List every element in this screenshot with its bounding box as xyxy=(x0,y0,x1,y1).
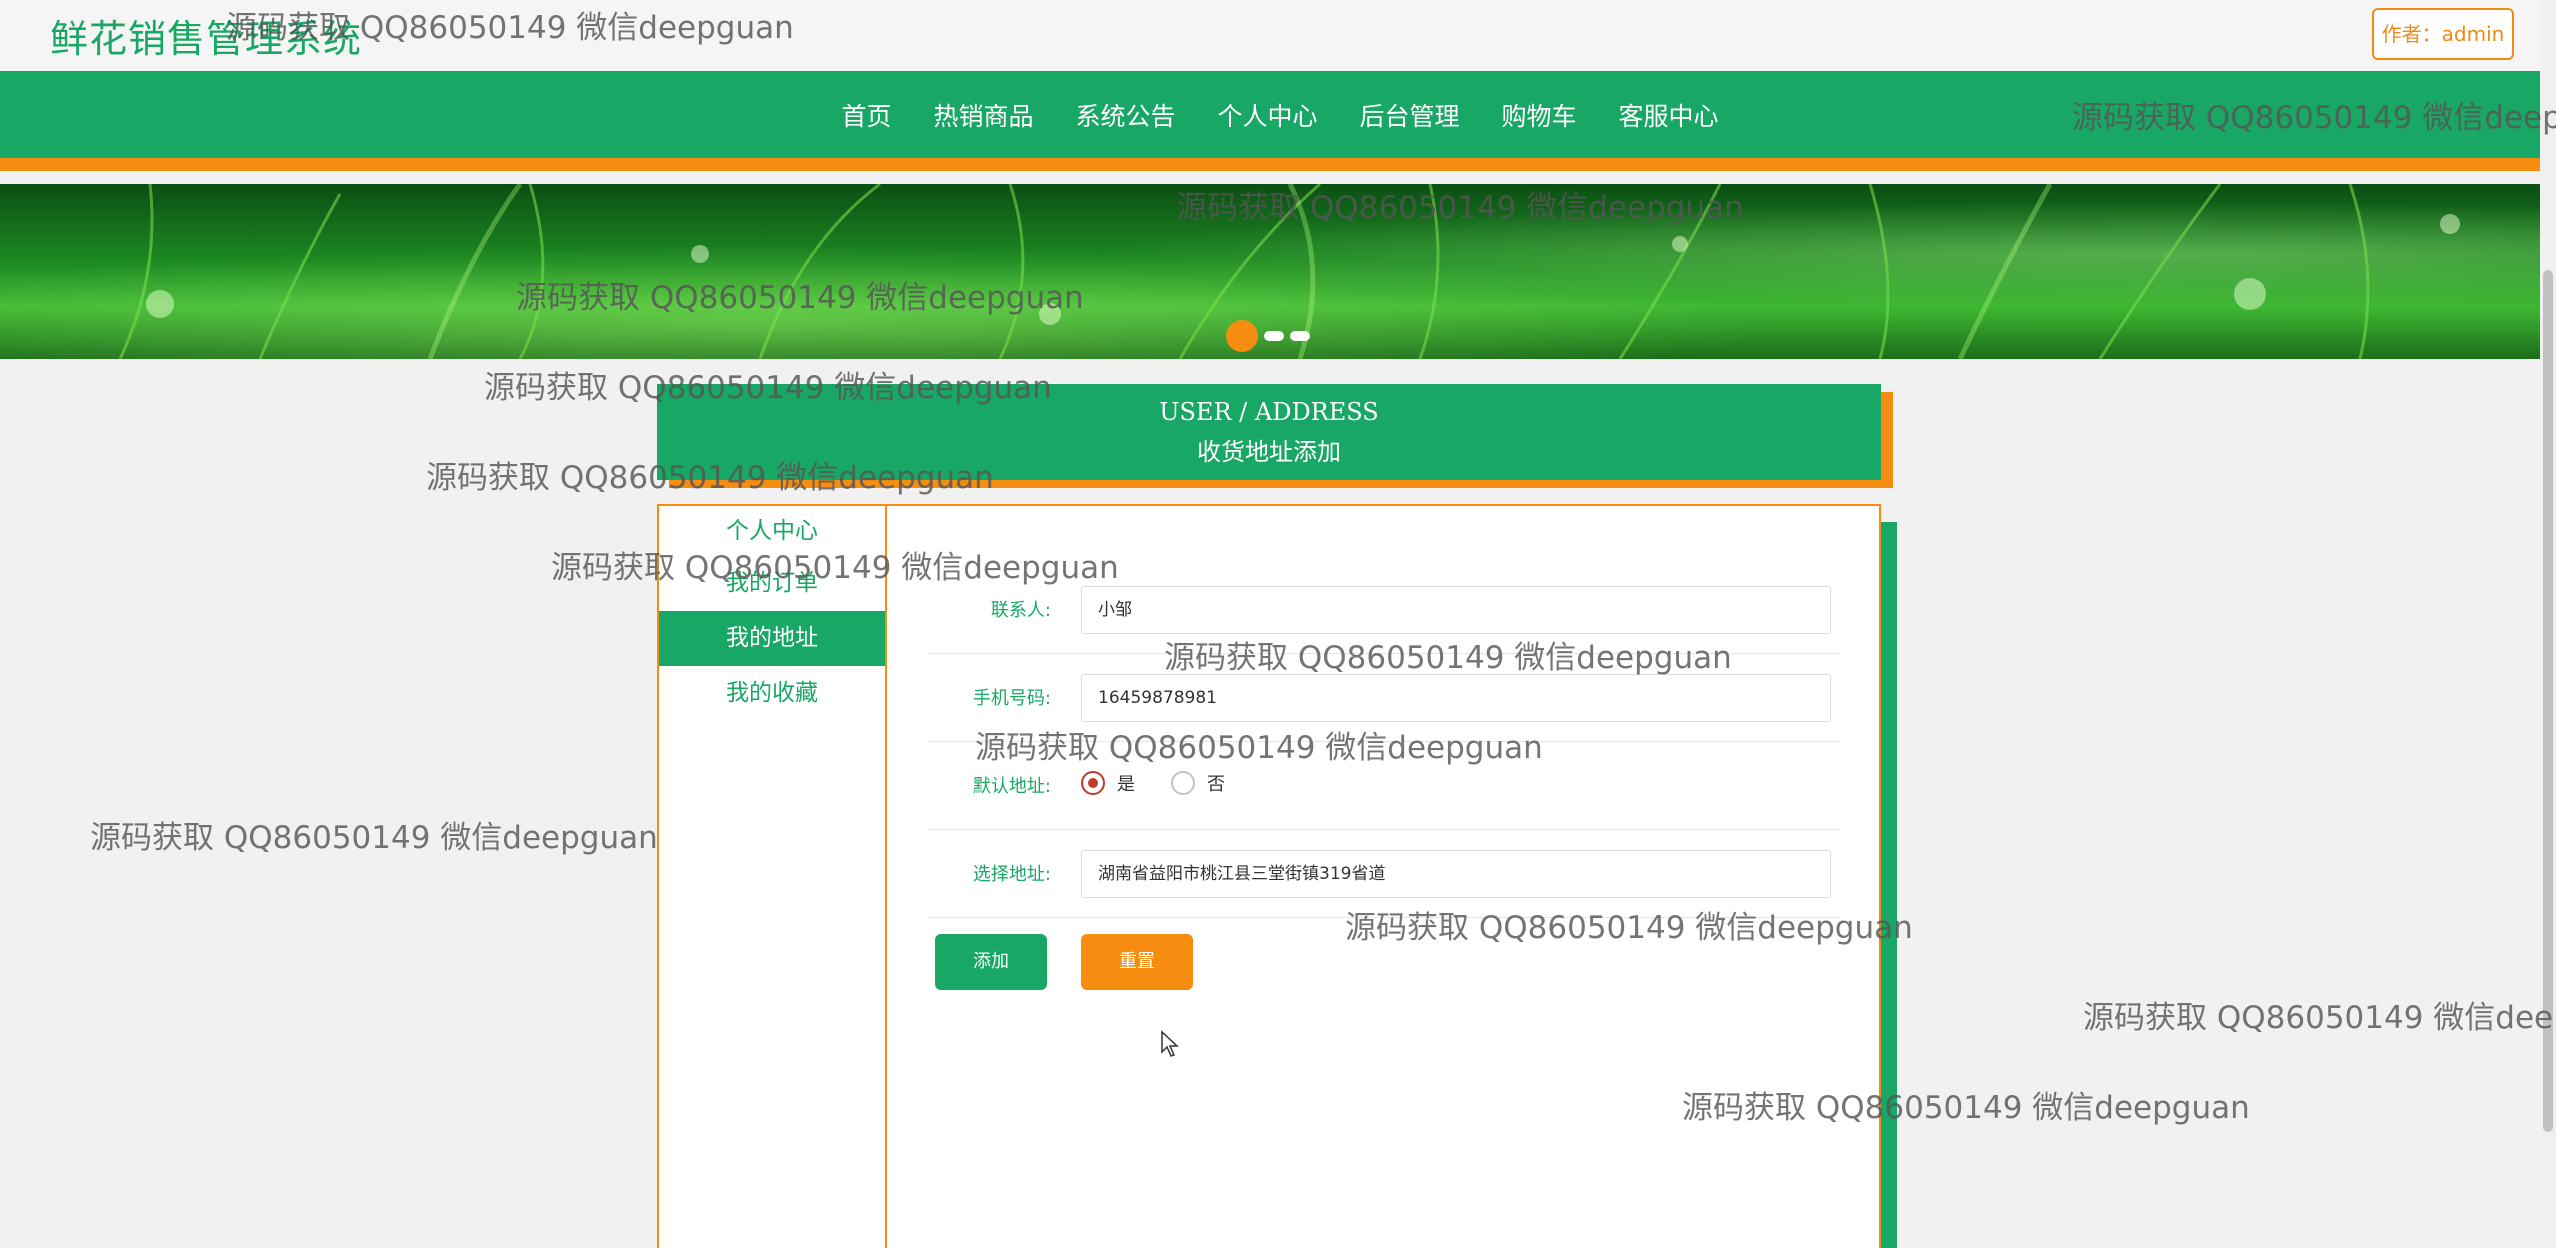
nav-cart[interactable]: 购物车 xyxy=(1481,97,1598,133)
phone-row: 手机号码: 16459878981 xyxy=(927,654,1841,742)
top-bar: 鲜花销售管理系统 作者：admin xyxy=(0,0,2540,71)
side-item-my-orders[interactable]: 我的订单 xyxy=(659,556,885,611)
nav-announcements[interactable]: 系统公告 xyxy=(1054,97,1196,133)
address-panel: 个人中心 我的订单 我的地址 我的收藏 联系人: 小邹 手机号码: 164598… xyxy=(657,504,1881,1248)
nav-customer-service[interactable]: 客服中心 xyxy=(1598,97,1740,133)
side-item-my-favorites[interactable]: 我的收藏 xyxy=(659,666,885,721)
address-label: 选择地址: xyxy=(972,864,1051,885)
address-row: 选择地址: 湖南省益阳市桃江县三堂街镇319省道 xyxy=(927,830,1841,918)
phone-input[interactable]: 16459878981 xyxy=(1081,674,1831,722)
section-header: USER / ADDRESS 收货地址添加 xyxy=(657,384,1881,480)
radio-no-label[interactable]: 否 xyxy=(1207,770,1225,796)
contact-label: 联系人: xyxy=(990,600,1051,621)
reset-button[interactable]: 重置 xyxy=(1081,934,1193,990)
phone-label: 手机号码: xyxy=(972,688,1051,709)
side-menu: 个人中心 我的订单 我的地址 我的收藏 xyxy=(659,506,887,1248)
radio-no[interactable] xyxy=(1171,771,1195,795)
side-item-personal-center[interactable]: 个人中心 xyxy=(659,506,885,556)
side-item-my-address[interactable]: 我的地址 xyxy=(659,611,885,666)
add-button[interactable]: 添加 xyxy=(935,934,1047,990)
radio-yes-label[interactable]: 是 xyxy=(1117,770,1135,796)
contact-input[interactable]: 小邹 xyxy=(1081,586,1831,634)
default-address-row: 默认地址: 是 否 xyxy=(927,742,1841,830)
nav-admin[interactable]: 后台管理 xyxy=(1339,97,1481,133)
default-address-radios: 是 否 xyxy=(1081,770,1261,796)
scrollbar-thumb[interactable] xyxy=(2543,270,2553,1132)
contact-row: 联系人: 小邹 xyxy=(927,566,1841,654)
address-form: 联系人: 小邹 手机号码: 16459878981 默认地址: 是 否 选择地址… xyxy=(927,566,1841,990)
carousel-indicators xyxy=(1226,320,1310,352)
address-input[interactable]: 湖南省益阳市桃江县三堂街镇319省道 xyxy=(1081,850,1831,898)
nav-hot-products[interactable]: 热销商品 xyxy=(912,97,1054,133)
mouse-cursor-icon xyxy=(1161,1030,1179,1057)
section-title-zh: 收货地址添加 xyxy=(1197,438,1341,466)
carousel-dot-1[interactable] xyxy=(1226,320,1258,352)
carousel-dot-2[interactable] xyxy=(1264,331,1284,341)
carousel-dot-3[interactable] xyxy=(1290,331,1310,341)
main-nav: 首页 热销商品 系统公告 个人中心 后台管理 购物车 客服中心 xyxy=(0,71,2540,171)
nav-home[interactable]: 首页 xyxy=(820,97,912,133)
section-title-en: USER / ADDRESS xyxy=(1159,398,1379,426)
default-address-label: 默认地址: xyxy=(972,776,1051,797)
watermark: 源码获取 QQ86050149 微信deepguan xyxy=(2083,1000,2556,1036)
nav-personal-center[interactable]: 个人中心 xyxy=(1196,97,1338,133)
site-brand[interactable]: 鲜花销售管理系统 xyxy=(50,8,362,63)
form-buttons: 添加 重置 xyxy=(935,934,1193,990)
watermark: 源码获取 QQ86050149 微信deepguan xyxy=(90,820,658,856)
radio-yes[interactable] xyxy=(1081,771,1105,795)
author-badge[interactable]: 作者：admin xyxy=(2372,8,2514,60)
